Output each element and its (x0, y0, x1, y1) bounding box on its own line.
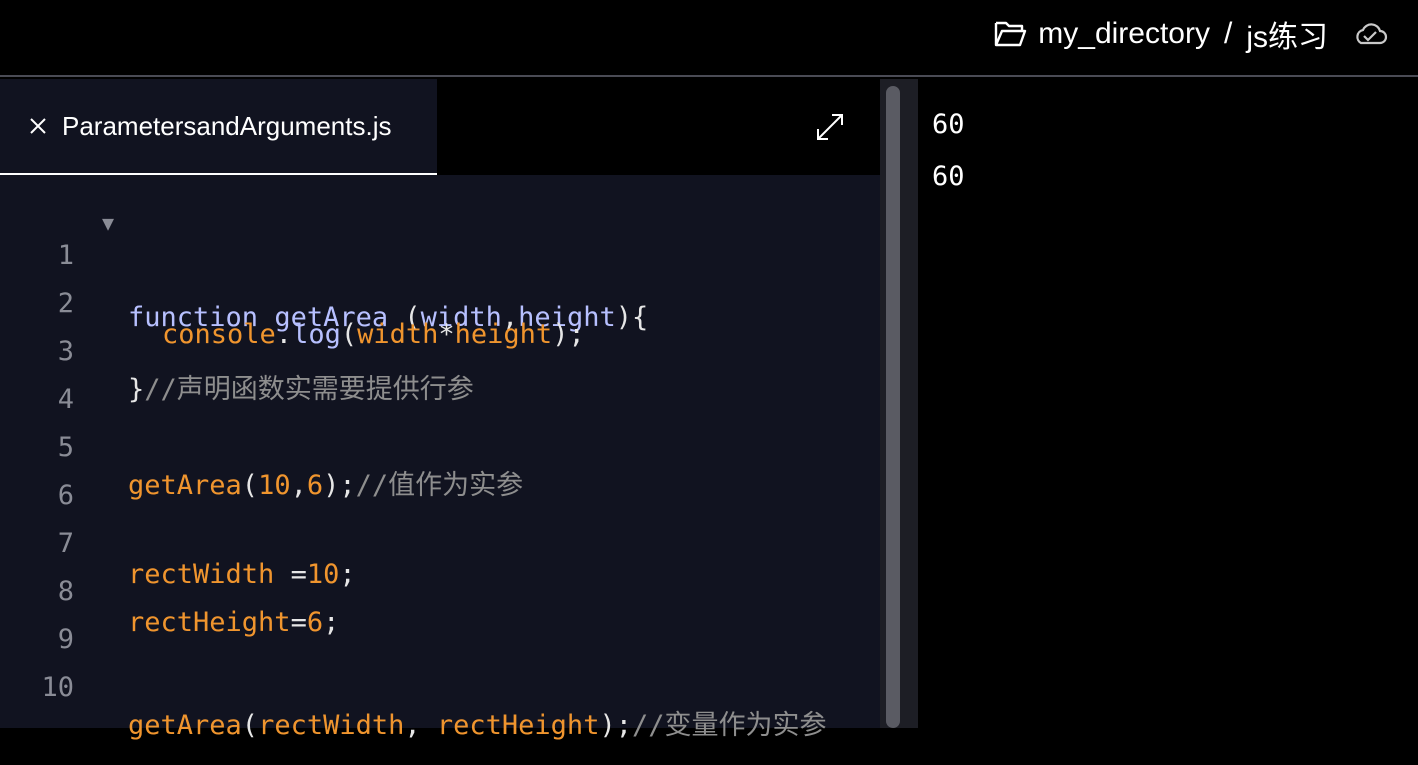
breadcrumb-separator: / (1223, 17, 1233, 50)
cloud-check-icon[interactable] (1352, 21, 1388, 47)
tab-bar: ParametersandArguments.js (0, 79, 880, 175)
code-line: 8 rectHeight=6; (0, 545, 880, 638)
close-icon[interactable] (26, 114, 50, 138)
console-line: 60 (932, 161, 965, 192)
code-line: 10 getArea(rectWidth, rectHeight);//变量作为… (0, 641, 880, 741)
code-line: 9 (0, 593, 880, 655)
code-line: 2 console.log(width*height); (0, 257, 880, 350)
breadcrumb-directory[interactable]: my_directory (1038, 17, 1210, 51)
console-output: 60 60 (918, 79, 1418, 728)
code-text: getArea(rectWidth, rectHeight);//变量作为实参 (128, 710, 827, 741)
tab-label: ParametersandArguments.js (62, 110, 392, 141)
breadcrumb-project[interactable]: js练习 (1246, 12, 1328, 56)
scrollbar[interactable] (886, 86, 900, 728)
code-line: 3 }//声明函数实需要提供行参 (0, 305, 880, 405)
tab-parametersandarguments[interactable]: ParametersandArguments.js (0, 79, 437, 175)
line-number: 10 (41, 672, 74, 703)
fold-arrow-icon[interactable]: ▼ (102, 211, 114, 235)
code-editor[interactable]: ParametersandArguments.js 1 ▼ function g… (0, 79, 880, 741)
code-line: 4 (0, 353, 880, 415)
code-line: 6 (0, 449, 880, 511)
expand-icon[interactable] (814, 111, 846, 143)
code-line: 1 ▼ function getArea (width,height){ (0, 209, 880, 333)
folder-open-icon[interactable] (994, 19, 1028, 49)
code-line: 5 getArea(10,6);//值作为实参 (0, 401, 880, 501)
top-bar: my_directory / js练习 (0, 0, 1418, 77)
code-line: 7 rectWidth =10; (0, 497, 880, 590)
breadcrumb: my_directory / js练习 (994, 14, 1388, 54)
console-line: 60 (932, 109, 965, 140)
